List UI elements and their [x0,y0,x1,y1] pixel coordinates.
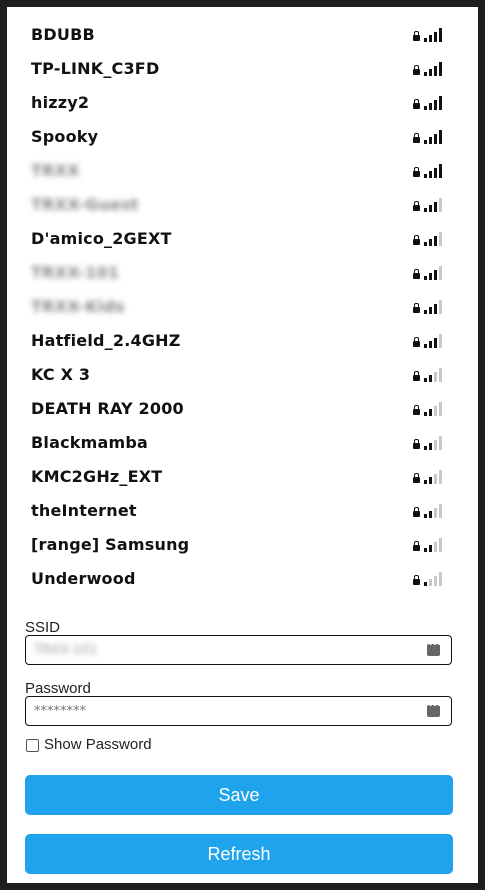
network-row[interactable]: TRXX-Kids [7,290,478,324]
autofill-icon[interactable] [427,640,441,656]
password-label: Password [25,680,91,697]
network-name[interactable]: theInternet [31,501,137,520]
network-name[interactable]: Underwood [31,569,136,588]
network-name[interactable]: Hatfield_2.4GHZ [31,331,181,350]
network-row[interactable]: KMC2GHz_EXT [7,460,478,494]
signal-strength-icon [424,536,444,552]
network-row[interactable]: TRXX-Guest [7,188,478,222]
password-value: ******** [34,704,86,719]
show-password-label[interactable]: Show Password [44,736,152,753]
show-password-checkbox[interactable] [26,739,39,752]
lock-icon [413,507,420,517]
password-field[interactable]: ******** [25,696,452,726]
network-name[interactable]: TRXX-101 [31,263,119,282]
ssid-label: SSID [25,619,61,636]
network-row[interactable]: BDUBB [7,18,478,52]
network-name[interactable]: KMC2GHz_EXT [31,467,162,486]
network-row[interactable]: Hatfield_2.4GHZ [7,324,478,358]
lock-icon [413,303,420,313]
lock-icon [413,439,420,449]
signal-strength-icon [424,332,444,348]
network-name[interactable]: TP-LINK_C3FD [31,59,159,78]
ssid-value: TRXX-101 [34,643,98,658]
network-name[interactable]: hizzy2 [31,93,89,112]
network-name[interactable]: BDUBB [31,25,95,44]
signal-strength-icon [424,502,444,518]
network-row[interactable]: Blackmamba [7,426,478,460]
network-name[interactable]: TRXX-Guest [31,195,139,214]
network-row[interactable]: hizzy2 [7,86,478,120]
network-row[interactable]: TRXX-101 [7,256,478,290]
network-name[interactable]: [range] Samsung [31,535,189,554]
signal-strength-icon [424,468,444,484]
network-name[interactable]: TRXX [31,161,80,180]
network-name[interactable]: D'amico_2GEXT [31,229,172,248]
signal-strength-icon [424,264,444,280]
signal-strength-icon [424,570,444,586]
refresh-button[interactable]: Refresh [25,834,453,874]
lock-icon [413,269,420,279]
signal-strength-icon [424,366,444,382]
network-name[interactable]: Spooky [31,127,98,146]
signal-strength-icon [424,94,444,110]
network-name[interactable]: DEATH RAY 2000 [31,399,184,418]
lock-icon [413,99,420,109]
network-row[interactable]: Spooky [7,120,478,154]
autofill-icon[interactable] [427,701,441,717]
lock-icon [413,133,420,143]
network-row[interactable]: [range] Samsung [7,528,478,562]
lock-icon [413,235,420,245]
network-name[interactable]: TRXX-Kids [31,297,125,316]
lock-icon [413,65,420,75]
signal-strength-icon [424,162,444,178]
lock-icon [413,473,420,483]
save-button[interactable]: Save [25,775,453,815]
signal-strength-icon [424,60,444,76]
wifi-config-panel: BDUBB TP-LINK_C3FD hizzy2 Spooky TRXX TRXX-Gu… [7,7,478,883]
lock-icon [413,337,420,347]
network-row[interactable]: theInternet [7,494,478,528]
signal-strength-icon [424,298,444,314]
network-row[interactable]: TRXX [7,154,478,188]
signal-strength-icon [424,26,444,42]
network-row[interactable]: KC X 3 [7,358,478,392]
network-name[interactable]: Blackmamba [31,433,148,452]
signal-strength-icon [424,230,444,246]
lock-icon [413,405,420,415]
signal-strength-icon [424,400,444,416]
network-row[interactable]: Underwood [7,562,478,596]
lock-icon [413,575,420,585]
signal-strength-icon [424,434,444,450]
lock-icon [413,31,420,41]
network-list: BDUBB TP-LINK_C3FD hizzy2 Spooky TRXX TRXX-Gu… [7,18,478,596]
lock-icon [413,201,420,211]
lock-icon [413,167,420,177]
network-row[interactable]: D'amico_2GEXT [7,222,478,256]
lock-icon [413,541,420,551]
lock-icon [413,371,420,381]
ssid-field[interactable]: TRXX-101 [25,635,452,665]
signal-strength-icon [424,196,444,212]
network-row[interactable]: TP-LINK_C3FD [7,52,478,86]
network-row[interactable]: DEATH RAY 2000 [7,392,478,426]
signal-strength-icon [424,128,444,144]
network-name[interactable]: KC X 3 [31,365,90,384]
